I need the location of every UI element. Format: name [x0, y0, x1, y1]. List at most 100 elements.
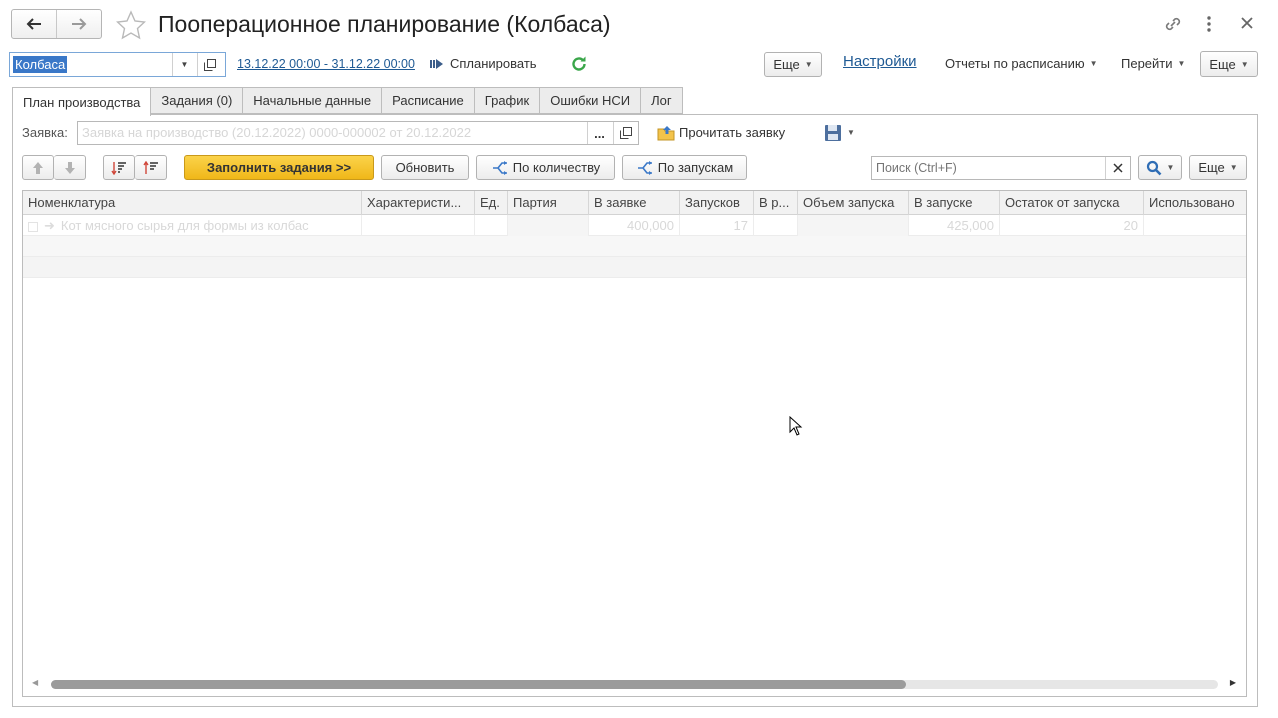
tab-log[interactable]: Лог [641, 87, 683, 114]
arrow-down-icon [64, 161, 75, 174]
move-up-button[interactable] [22, 155, 54, 180]
chevron-down-icon: ▼ [1229, 163, 1238, 172]
settings-link[interactable]: Настройки [843, 53, 917, 70]
save-menu[interactable]: ▼ [824, 120, 855, 145]
column-header[interactable]: В р... [754, 191, 798, 215]
request-field[interactable]: Заявка на производство (20.12.2022) 0000… [77, 121, 639, 145]
open-button[interactable] [197, 53, 221, 76]
kebab-menu-icon[interactable] [1204, 15, 1214, 33]
column-header[interactable]: Ед. [475, 191, 508, 215]
mouse-cursor-icon [789, 416, 803, 436]
search-field[interactable] [871, 156, 1131, 180]
tab-tasks[interactable]: Задания (0) [151, 87, 244, 114]
chevron-down-icon: ▼ [1166, 163, 1175, 172]
tab-schedule[interactable]: Расписание [382, 87, 475, 114]
chevron-down-icon: ▼ [1089, 59, 1098, 68]
sort-descending-icon [142, 160, 158, 174]
read-request-button[interactable]: Прочитать заявку [657, 120, 785, 145]
column-header[interactable]: Характеристи... [362, 191, 475, 215]
column-header[interactable]: В заявке [589, 191, 680, 215]
link-icon[interactable] [1163, 15, 1183, 33]
page-title: Пооперационное планирование (Колбаса) [158, 11, 611, 37]
scroll-right-icon[interactable]: ▶ [1230, 678, 1236, 687]
more-label: Еще [773, 57, 800, 72]
search-input[interactable] [872, 157, 1104, 179]
column-header[interactable]: Номенклатура [23, 191, 362, 215]
chevron-down-icon: ▼ [1240, 59, 1249, 69]
sort-desc-button[interactable] [135, 155, 167, 180]
tab-nsi-errors[interactable]: Ошибки НСИ [540, 87, 642, 114]
by-quantity-button[interactable]: По количеству [476, 155, 615, 180]
plan-label: Спланировать [450, 56, 537, 71]
favorite-star-icon[interactable] [116, 10, 146, 40]
search-button[interactable]: ▼ [1138, 155, 1182, 180]
tab-initial-data[interactable]: Начальные данные [243, 87, 383, 114]
open-window-icon [203, 58, 216, 71]
tab-strip: План производства Задания (0) Начальные … [12, 87, 683, 116]
request-label: Заявка: [22, 125, 68, 140]
period-link[interactable]: 13.12.22 00:00 - 31.12.22 00:00 [237, 57, 415, 71]
row-name: Кот мясного сырья для формы из колбас [60, 218, 309, 233]
horizontal-scrollbar[interactable]: ◀ ▶ [23, 678, 1246, 690]
goto-menu[interactable]: Перейти ▼ [1121, 51, 1185, 76]
product-select[interactable]: Колбаса ▼ [9, 52, 226, 77]
expand-icon[interactable] [28, 221, 38, 232]
column-header[interactable]: Остаток от запуска [1000, 191, 1144, 215]
move-down-button[interactable] [54, 155, 86, 180]
arrow-right-icon: ➜ [44, 218, 55, 233]
cell-runs: 17 [680, 215, 754, 236]
close-icon[interactable] [1241, 17, 1253, 29]
forward-button[interactable] [56, 10, 101, 38]
chevron-down-icon: ▼ [847, 128, 855, 137]
arrow-right-icon [72, 18, 87, 30]
search-icon [1146, 160, 1161, 175]
sort-asc-button[interactable] [103, 155, 135, 180]
tab-chart[interactable]: График [474, 87, 541, 114]
read-request-label: Прочитать заявку [679, 125, 786, 140]
cell-in-work [754, 215, 798, 236]
fill-tasks-label: Заполнить задания >> [206, 160, 352, 175]
request-select-button[interactable]: ... [587, 122, 611, 144]
floppy-disk-icon [825, 124, 841, 141]
cell-used [1144, 215, 1246, 236]
column-header[interactable]: Запусков [680, 191, 754, 215]
product-value: Колбаса [13, 56, 68, 73]
refresh-button[interactable]: Обновить [381, 155, 469, 180]
tab-production-plan[interactable]: План производства [12, 87, 152, 116]
column-header[interactable]: Партия [508, 191, 589, 215]
more-menu-button[interactable]: Еще ▼ [1200, 51, 1258, 77]
table-header: Номенклатура Характеристи... Ед. Партия … [23, 191, 1246, 215]
cell-remainder: 20 [1000, 215, 1144, 236]
ellipsis-label: ... [594, 125, 605, 141]
reports-menu[interactable]: Отчеты по расписанию ▼ [945, 51, 1098, 76]
scroll-left-icon[interactable]: ◀ [32, 678, 38, 687]
cell-batch [508, 215, 589, 236]
split-icon [637, 160, 652, 175]
cell-in-run: 425,000 [909, 215, 1000, 236]
folder-upload-icon [657, 125, 675, 140]
by-runs-button[interactable]: По запускам [622, 155, 747, 180]
scroll-thumb[interactable] [51, 680, 906, 689]
more2-label: Еще [1209, 56, 1236, 72]
request-open-button[interactable] [613, 122, 637, 144]
plan-button[interactable]: Спланировать [430, 51, 537, 76]
back-button[interactable] [12, 10, 56, 38]
fill-tasks-button[interactable]: Заполнить задания >> [184, 155, 374, 180]
production-plan-table[interactable]: Номенклатура Характеристи... Ед. Партия … [22, 190, 1247, 697]
search-clear-button[interactable] [1105, 157, 1129, 179]
column-header[interactable]: Использовано [1144, 191, 1246, 215]
dropdown-button[interactable]: ▼ [172, 53, 196, 76]
grid-more-button[interactable]: Еще ▼ [1189, 155, 1247, 180]
table-row[interactable] [23, 257, 1246, 278]
close-icon [1112, 163, 1123, 173]
by-quantity-label: По количеству [512, 160, 601, 175]
table-row[interactable] [23, 236, 1246, 257]
cell-run-volume [798, 215, 909, 236]
column-header[interactable]: Объем запуска [798, 191, 909, 215]
refresh-icon[interactable] [570, 55, 588, 73]
column-header[interactable]: В запуске [909, 191, 1000, 215]
goto-label: Перейти [1121, 56, 1173, 71]
cell-name: ➜ Кот мясного сырья для формы из колбас [23, 215, 362, 236]
more-button[interactable]: Еще ▼ [764, 52, 822, 77]
table-row[interactable]: ➜ Кот мясного сырья для формы из колбас 4… [23, 215, 1246, 236]
